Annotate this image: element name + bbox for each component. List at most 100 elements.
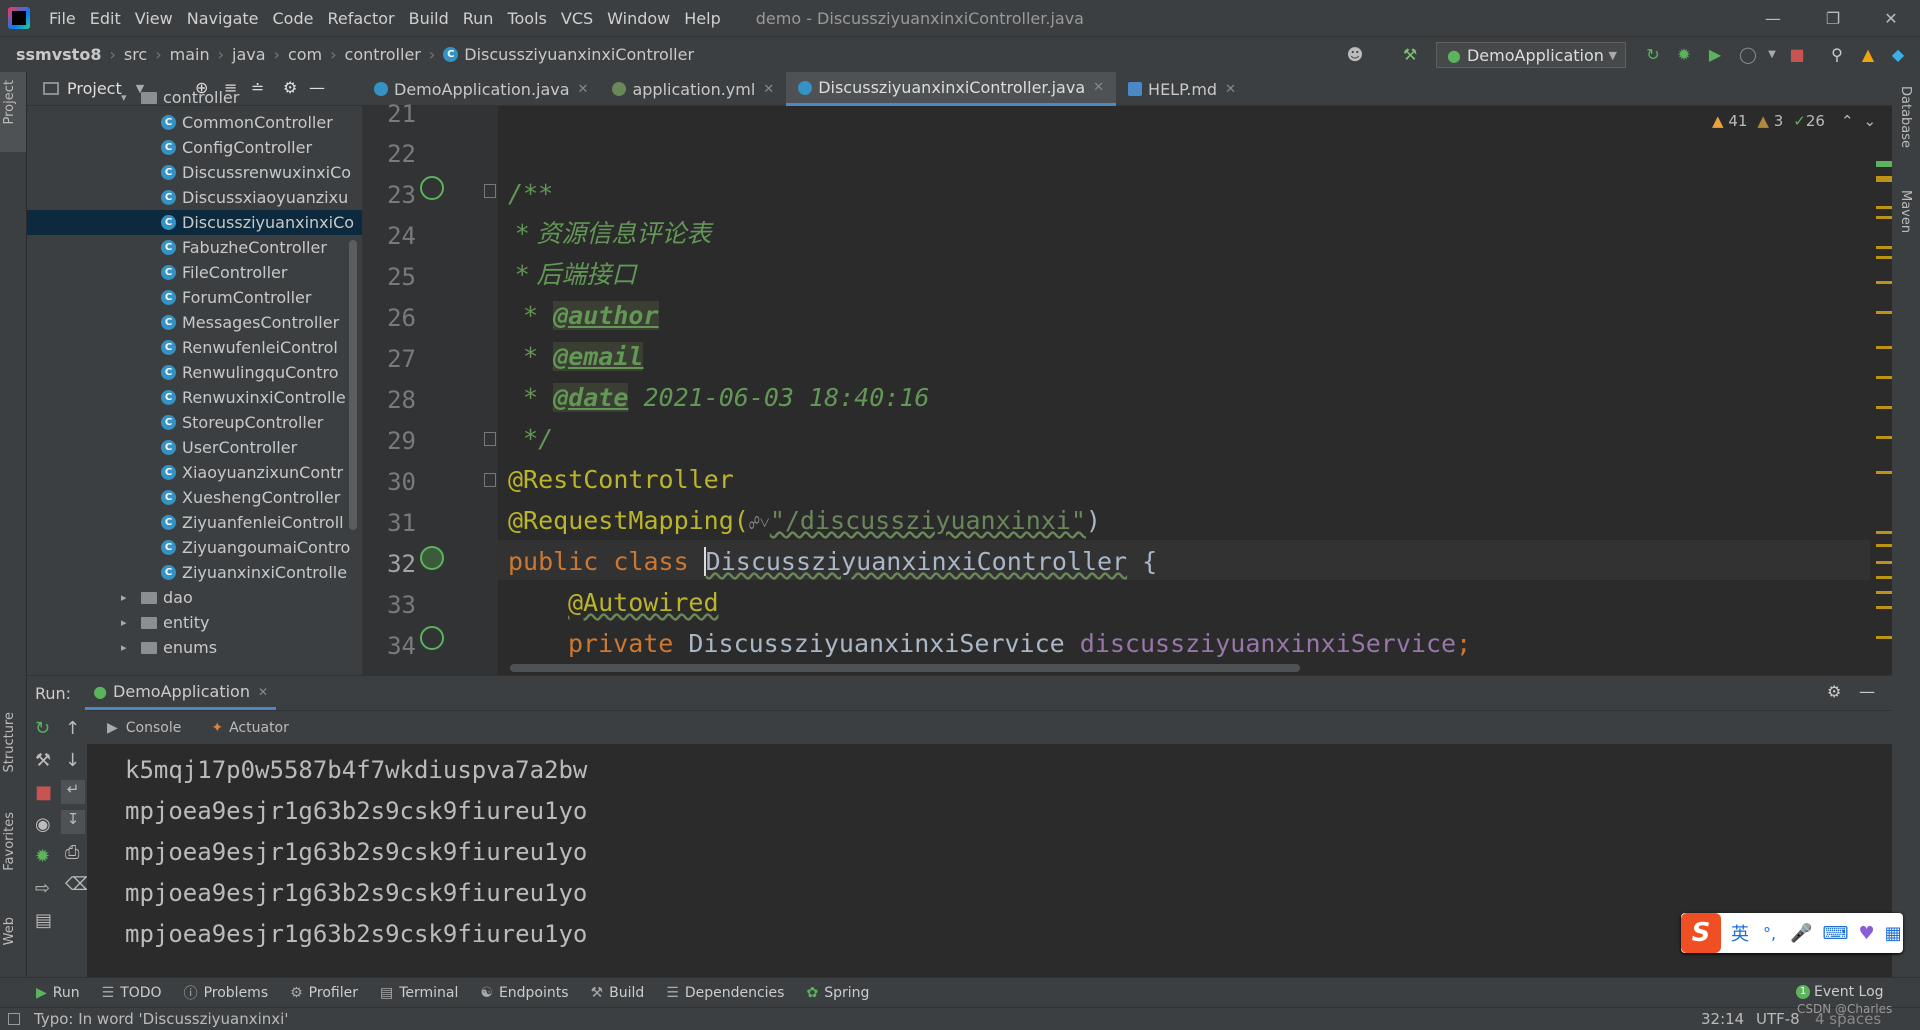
close-icon[interactable]: ✕ [763, 82, 774, 97]
skin-icon[interactable]: ♥ [1859, 923, 1875, 944]
previous-highlight-icon[interactable]: ⌃ [1841, 112, 1854, 130]
tree-class-item[interactable]: C Discussxiaoyuanzixu [27, 185, 362, 210]
tree-class-item[interactable]: C XiaoyuanzixunContr [27, 460, 362, 485]
tree-class-item[interactable]: C DiscussrenwuxinxiCo [27, 160, 362, 185]
close-icon[interactable]: ✕ [578, 82, 589, 97]
chevron-right-icon[interactable]: ▸ [121, 616, 135, 629]
tab-application-yml[interactable]: application.yml ✕ [600, 72, 786, 106]
inspection-widget[interactable]: ▲ 41 ▲ 3 ✓26 ⌃ ⌄ [1712, 112, 1876, 130]
fold-icon[interactable] [484, 184, 496, 198]
spring-bean-icon[interactable] [420, 546, 444, 570]
code-editor[interactable]: /** * 资源信息评论表 * 后端接口 * @author * @email … [498, 106, 1870, 675]
terminal-tool-button[interactable]: ▤ Terminal [380, 985, 458, 1001]
tree-class-item[interactable]: C ForumController [27, 285, 362, 310]
spring-tool-button[interactable]: ✿ Spring [806, 985, 869, 1001]
chevron-down-icon[interactable]: ▾ [121, 91, 135, 104]
tree-class-item[interactable]: C FabuzheController [27, 235, 362, 260]
camera-icon[interactable]: ◉ [35, 814, 51, 835]
menu-navigate[interactable]: Navigate [180, 9, 266, 28]
rerun-icon[interactable]: ↻ [35, 718, 50, 739]
soft-wrap-icon[interactable]: ↵ [61, 780, 85, 804]
menu-tools[interactable]: Tools [500, 9, 553, 28]
menu-build[interactable]: Build [402, 9, 456, 28]
tab-discuss-controller[interactable]: DiscussziyuanxinxiController.java ✕ [786, 72, 1117, 106]
todo-tool-button[interactable]: ☰ TODO [102, 985, 162, 1001]
console-tab[interactable]: ▶ Console [107, 720, 181, 736]
restore-button[interactable]: ❐ [1805, 0, 1861, 36]
favorites-tool-tab[interactable]: Favorites [2, 812, 17, 871]
close-icon[interactable]: ✕ [1225, 82, 1236, 97]
database-tool-tab[interactable]: Database [1898, 86, 1913, 148]
menu-help[interactable]: Help [677, 9, 727, 28]
fold-icon[interactable] [484, 432, 496, 446]
spring-bean-icon[interactable] [420, 176, 444, 200]
tree-class-item[interactable]: C ConfigController [27, 135, 362, 160]
rerun-icon[interactable]: ↻ [1643, 45, 1663, 65]
dependencies-tool-button[interactable]: ☰ Dependencies [666, 985, 784, 1001]
web-tool-tab[interactable]: Web [2, 917, 17, 945]
fold-icon[interactable] [484, 473, 496, 487]
layout-icon[interactable]: ▤ [35, 910, 52, 931]
tree-class-item[interactable]: C RenwufenleiControl [27, 335, 362, 360]
tab-help-md[interactable]: HELP.md ✕ [1116, 72, 1248, 106]
maven-tool-tab[interactable]: Maven [1898, 190, 1913, 233]
gear-icon[interactable]: ⚙ [1827, 682, 1841, 701]
run-config-tab[interactable]: ● DemoApplication ✕ [85, 676, 277, 710]
event-log-button[interactable]: 1 Event Log [1796, 984, 1884, 1000]
profiler-tool-button[interactable]: ⚙ Profiler [290, 985, 358, 1001]
close-icon[interactable]: ✕ [1093, 80, 1104, 95]
scroll-to-end-icon[interactable]: ↧ [61, 810, 85, 834]
toggle-tool-windows-icon[interactable] [8, 1013, 20, 1025]
hide-icon[interactable]: — [1859, 682, 1875, 701]
menu-refactor[interactable]: Refactor [320, 9, 401, 28]
update-icon[interactable]: ▲ [1858, 45, 1878, 65]
close-icon[interactable]: ✕ [258, 685, 268, 699]
ime-punctuation[interactable]: °, [1763, 924, 1776, 943]
menu-view[interactable]: View [128, 9, 180, 28]
tree-class-item[interactable]: C MessagesController [27, 310, 362, 335]
debug-icon[interactable]: ✹ [35, 846, 50, 867]
wrench-icon[interactable]: ⚒ [35, 750, 51, 771]
tree-class-item[interactable]: C UserController [27, 435, 362, 460]
breadcrumb-java[interactable]: java [230, 45, 268, 64]
breadcrumb-controller[interactable]: controller [343, 45, 423, 64]
tree-class-item[interactable]: C ZiyuangoumaiContro [27, 535, 362, 560]
tree-class-item[interactable]: C FileController [27, 260, 362, 285]
tree-class-item[interactable]: C DiscussziyuanxinxiCo [27, 210, 362, 235]
problems-tool-button[interactable]: ⓘ Problems [184, 983, 269, 1003]
menu-run[interactable]: Run [456, 9, 501, 28]
search-icon[interactable]: ⚲ [1827, 45, 1847, 65]
more-run-chevron-icon[interactable]: ▼ [1762, 45, 1782, 65]
tree-folder[interactable]: ▸ entity [27, 610, 362, 635]
structure-tool-tab[interactable]: Structure [2, 712, 17, 772]
globe-icon[interactable]: ☍˅ [749, 513, 770, 534]
actuator-tab[interactable]: ✦ Actuator [211, 720, 289, 736]
error-stripe[interactable] [1876, 106, 1892, 675]
chevron-right-icon[interactable]: ▸ [121, 591, 135, 604]
menu-vcs[interactable]: VCS [554, 9, 600, 28]
menu-file[interactable]: File [42, 9, 83, 28]
status-message[interactable]: Typo: In word 'Discussziyuanxinxi' [34, 1010, 288, 1028]
ime-mode[interactable]: 英 [1731, 920, 1749, 946]
minimize-button[interactable]: — [1745, 0, 1801, 36]
menu-code[interactable]: Code [266, 9, 321, 28]
coverage-icon[interactable]: ▶ [1705, 45, 1725, 65]
debug-icon[interactable]: ✹ [1674, 45, 1694, 65]
menu-edit[interactable]: Edit [83, 9, 128, 28]
tree-class-item[interactable]: C CommonController [27, 110, 362, 135]
profile-icon[interactable]: ◯ [1738, 45, 1758, 65]
breadcrumb-src[interactable]: src [122, 45, 149, 64]
next-highlight-icon[interactable]: ⌄ [1864, 112, 1877, 130]
arrow-up-icon[interactable]: ↑ [65, 718, 80, 739]
tree-folder[interactable]: ▸ enums [27, 635, 362, 660]
tree-folder[interactable]: ▾ controller [27, 85, 362, 110]
run-config-selector[interactable]: ● DemoApplication ▼ [1436, 42, 1626, 68]
exit-icon[interactable]: ⇨ [35, 878, 50, 899]
breadcrumb-main[interactable]: main [168, 45, 212, 64]
tree-class-item[interactable]: C RenwulingquContro [27, 360, 362, 385]
horizontal-scrollbar[interactable] [510, 664, 1300, 672]
print-icon[interactable]: ⎙ [65, 842, 79, 863]
keyboard-icon[interactable]: ⌨ [1823, 923, 1849, 944]
close-window-button[interactable]: ✕ [1863, 0, 1919, 36]
menu-window[interactable]: Window [600, 9, 677, 28]
